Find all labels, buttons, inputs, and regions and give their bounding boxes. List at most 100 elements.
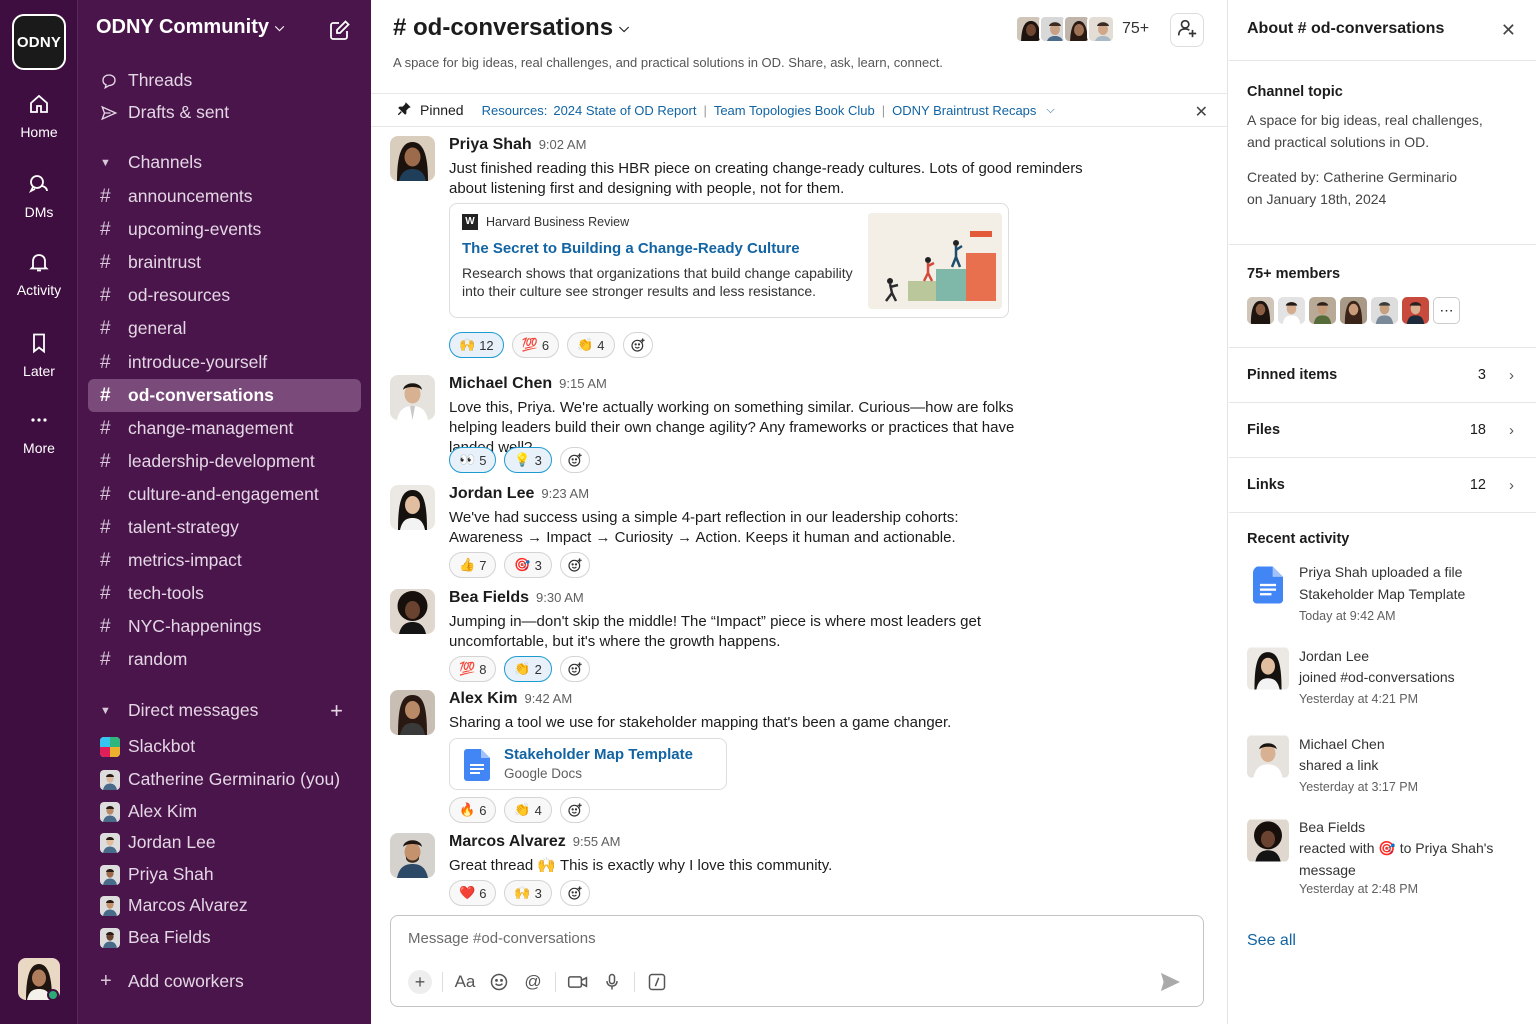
add-reaction-icon[interactable] (559, 656, 590, 682)
sidebar-channel-random[interactable]: # random (88, 643, 361, 676)
mention-icon[interactable]: @ (516, 968, 550, 996)
reaction[interactable]: 💯 6 (511, 332, 560, 358)
sidebar-dm-item[interactable]: Catherine Germinario (you) (88, 763, 361, 796)
reaction[interactable]: 🙌 12 (449, 332, 504, 358)
add-reaction-icon[interactable] (622, 332, 653, 358)
file-name[interactable]: Stakeholder Map Template (504, 746, 693, 763)
microphone-icon[interactable] (595, 968, 629, 996)
format-text-icon[interactable]: Aa (448, 968, 482, 996)
add-coworkers-button[interactable]: + Add coworkers (88, 965, 361, 998)
sidebar-channel-od-conversations[interactable]: # od-conversations (88, 379, 361, 412)
rail-later[interactable]: Later (0, 331, 78, 379)
sidebar-channel-upcoming-events[interactable]: # upcoming-events (88, 213, 361, 246)
avatar[interactable] (390, 833, 435, 878)
dm-section-toggle[interactable]: ▼ Direct messages + (88, 694, 361, 727)
message-time[interactable]: 9:30 AM (536, 590, 584, 605)
sidebar-channel-tech-tools[interactable]: # tech-tools (88, 577, 361, 610)
sidebar-channel-culture-and-engagement[interactable]: # culture-and-engagement (88, 478, 361, 511)
close-icon[interactable]: ✕ (1195, 102, 1208, 122)
see-all-link[interactable]: See all (1247, 932, 1296, 950)
sidebar-dm-item[interactable]: Marcos Alvarez (88, 889, 361, 922)
reaction[interactable]: 💯 8 (449, 656, 497, 682)
sidebar-channel-leadership-development[interactable]: # leadership-development (88, 445, 361, 478)
reaction[interactable]: 👏 4 (567, 332, 615, 358)
pinned-items-row[interactable]: Pinned items 3 › (1229, 348, 1536, 402)
pinned-link[interactable]: ODNY Braintrust Recaps (892, 103, 1036, 118)
close-icon[interactable]: ✕ (1501, 20, 1516, 41)
workspace-logo[interactable]: ODNY (12, 14, 66, 70)
pinned-link[interactable]: Team Topologies Book Club (714, 103, 875, 118)
reaction[interactable]: 👍 7 (449, 552, 497, 578)
members-label[interactable]: 75+ members (1247, 266, 1340, 282)
message-author[interactable]: Priya Shah (449, 136, 532, 153)
chevron-down-icon[interactable]: ⌵ (1046, 104, 1054, 117)
add-dm-icon[interactable]: + (330, 698, 343, 724)
plus-icon[interactable]: + (403, 968, 437, 996)
add-reaction-icon[interactable] (559, 447, 590, 473)
sidebar-channel-change-management[interactable]: # change-management (88, 412, 361, 445)
reaction[interactable]: 👀 5 (449, 447, 497, 473)
reaction[interactable]: 👏 4 (504, 797, 552, 823)
more-members-icon[interactable]: ⋯ (1433, 297, 1460, 324)
sidebar-dm-item[interactable]: Bea Fields (88, 921, 361, 954)
sidebar-channel-announcements[interactable]: # announcements (88, 180, 361, 213)
message-composer[interactable]: Message #od-conversations + Aa @ (390, 915, 1204, 1007)
send-icon[interactable] (1159, 972, 1181, 997)
reaction[interactable]: 👏 2 (504, 656, 552, 682)
sidebar-dm-item[interactable]: Jordan Lee (88, 826, 361, 859)
sidebar-threads[interactable]: Threads (88, 64, 361, 97)
message-time[interactable]: 9:23 AM (541, 486, 589, 501)
sidebar-channel-introduce-yourself[interactable]: # introduce-yourself (88, 346, 361, 379)
reaction[interactable]: 💡 3 (504, 447, 552, 473)
member-list[interactable]: ⋯ (1247, 297, 1460, 324)
workspace-menu[interactable]: ODNY Community ⌵ (96, 16, 284, 39)
reaction[interactable]: 🎯 3 (504, 552, 552, 578)
sidebar-channel-od-resources[interactable]: # od-resources (88, 279, 361, 312)
avatar[interactable] (390, 589, 435, 634)
message-author[interactable]: Michael Chen (449, 375, 552, 392)
channels-section-toggle[interactable]: ▼ Channels (88, 146, 361, 179)
link-preview[interactable]: W Harvard Business Review The Secret to B… (449, 203, 1009, 318)
avatar[interactable] (390, 485, 435, 530)
avatar[interactable] (390, 375, 435, 420)
message-author[interactable]: Alex Kim (449, 690, 517, 707)
sidebar-channel-braintrust[interactable]: # braintrust (88, 246, 361, 279)
rail-dms[interactable]: DMs (0, 172, 78, 220)
sidebar-channel-general[interactable]: # general (88, 312, 361, 345)
video-icon[interactable] (561, 968, 595, 996)
sidebar-dm-item[interactable]: Alex Kim (88, 795, 361, 828)
message-time[interactable]: 9:15 AM (559, 376, 607, 391)
emoji-icon[interactable] (482, 968, 516, 996)
message-time[interactable]: 9:55 AM (573, 834, 621, 849)
sidebar-channel-talent-strategy[interactable]: # talent-strategy (88, 511, 361, 544)
files-row[interactable]: Files 18 › (1229, 403, 1536, 457)
reaction[interactable]: 🙌 3 (504, 880, 552, 906)
sidebar-drafts[interactable]: Drafts & sent (88, 96, 361, 129)
add-reaction-icon[interactable] (559, 552, 590, 578)
message-time[interactable]: 9:42 AM (524, 691, 572, 706)
rail-home[interactable]: Home (0, 92, 78, 140)
add-people-button[interactable] (1170, 13, 1204, 47)
add-reaction-icon[interactable] (559, 797, 590, 823)
sidebar-dm-slackbot[interactable]: Slackbot (88, 730, 361, 763)
message-author[interactable]: Marcos Alvarez (449, 833, 566, 850)
rail-activity[interactable]: Activity (0, 250, 78, 298)
rail-more[interactable]: More (0, 408, 78, 456)
sidebar-channel-nyc-happenings[interactable]: # NYC-happenings (88, 610, 361, 643)
channel-title[interactable]: # od-conversations ⌵ (393, 14, 629, 42)
reaction[interactable]: ❤️ 6 (449, 880, 497, 906)
member-avatars[interactable] (1015, 15, 1115, 43)
sidebar-channel-metrics-impact[interactable]: # metrics-impact (88, 544, 361, 577)
message-author[interactable]: Bea Fields (449, 589, 529, 606)
compose-icon[interactable] (328, 18, 352, 42)
composer-placeholder[interactable]: Message #od-conversations (408, 930, 596, 947)
message-time[interactable]: 9:02 AM (539, 137, 587, 152)
add-reaction-icon[interactable] (559, 880, 590, 906)
link-title[interactable]: The Secret to Building a Change-Ready Cu… (462, 240, 800, 257)
reaction[interactable]: 🔥 6 (449, 797, 497, 823)
slash-command-icon[interactable] (640, 968, 674, 996)
avatar[interactable] (390, 136, 435, 181)
file-attachment[interactable]: Stakeholder Map Template Google Docs (449, 738, 727, 790)
pinned-link[interactable]: 2024 State of OD Report (553, 103, 696, 118)
message-author[interactable]: Jordan Lee (449, 485, 534, 502)
